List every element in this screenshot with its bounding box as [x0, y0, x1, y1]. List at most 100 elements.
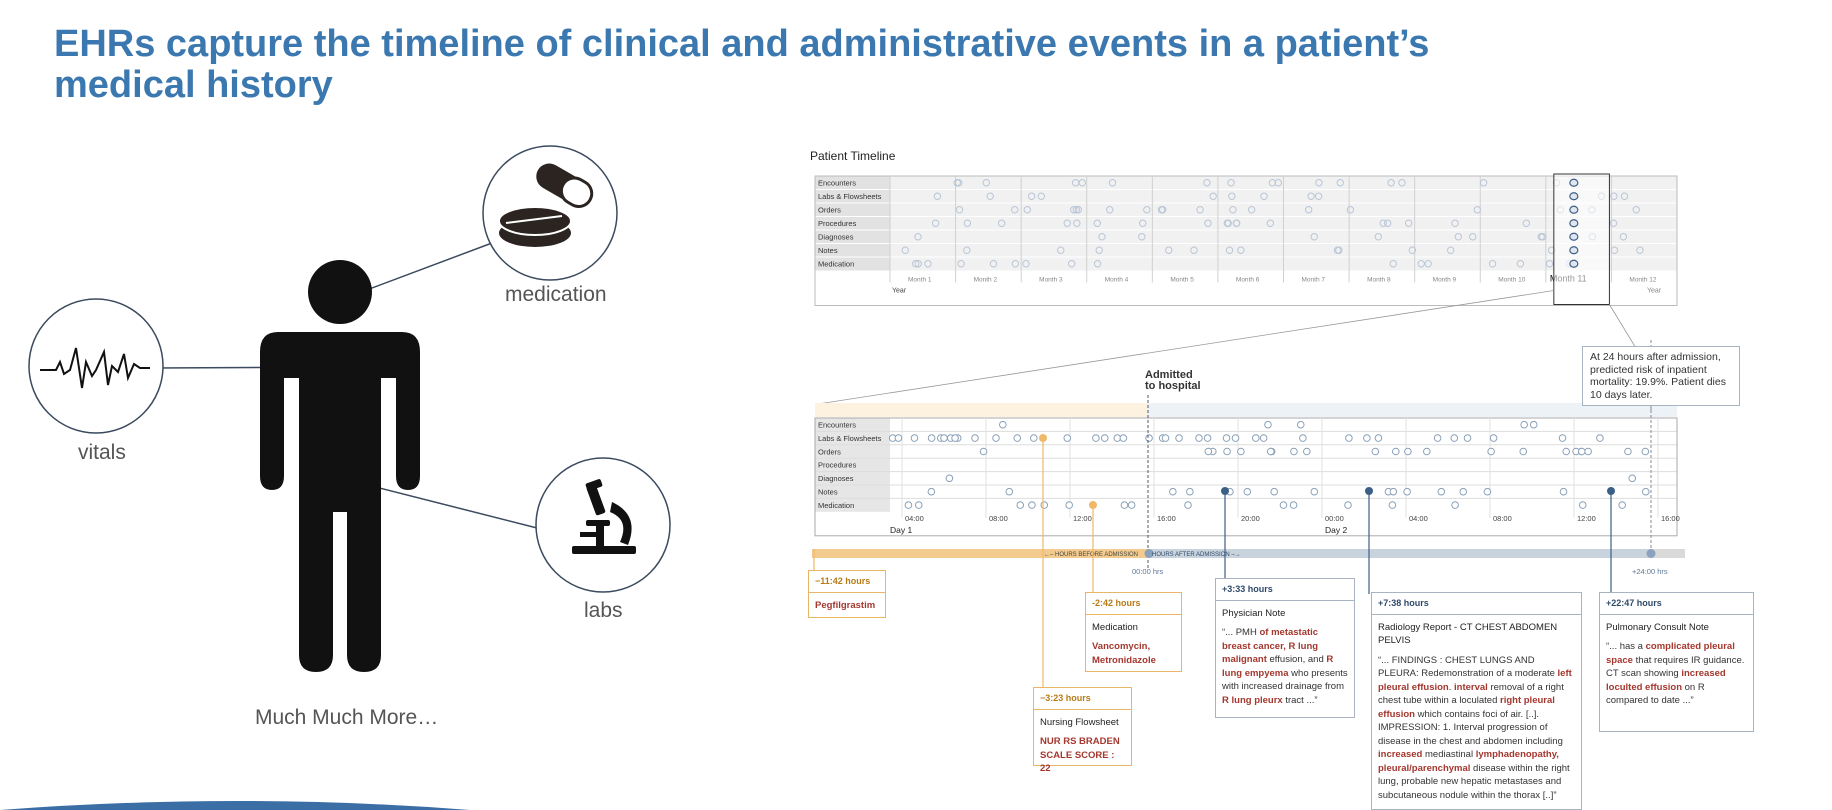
- overview-month-label: Month 1: [908, 277, 932, 284]
- detail-event-marker: [1222, 434, 1231, 442]
- overview-month-label: Month 12: [1629, 277, 1656, 284]
- prediction-callout: At 24 hours after admission, predicted r…: [1582, 346, 1740, 406]
- detail-event-marker: [1559, 487, 1568, 496]
- detail-event-marker: [1237, 447, 1245, 456]
- detail-event-marker: [971, 434, 979, 442]
- callout-head: Physician Note: [1222, 607, 1286, 619]
- detail-event-marker: [1065, 501, 1073, 509]
- highlight-event-marker: [1569, 259, 1579, 268]
- detail-time-label: 04:00: [1409, 514, 1428, 523]
- bottom-wave: [0, 801, 470, 810]
- detail-event-marker: [1345, 434, 1353, 442]
- detail-event-marker: [1030, 434, 1038, 442]
- detail-row-label: Encounters: [818, 421, 856, 430]
- detail-event-marker: [940, 434, 948, 442]
- admitted-label: Admitted to hospital: [1145, 370, 1201, 392]
- detail-event-marker: [1204, 447, 1213, 456]
- detail-event-marker: [1578, 501, 1587, 509]
- detail-event-marker: [1145, 434, 1153, 442]
- detail-event-marker: [1092, 434, 1100, 442]
- overview-year-right: Year: [1647, 288, 1662, 295]
- detail-event-marker: [1290, 447, 1298, 456]
- detail-event-marker: [1120, 501, 1129, 509]
- detail-event-marker: [1175, 434, 1183, 442]
- detail-event-marker: [1388, 501, 1397, 509]
- detail-event-marker: [1303, 447, 1311, 456]
- detail-event-marker: [1270, 487, 1278, 496]
- detail-event-marker: [1403, 487, 1411, 496]
- plus24-label: +24:00 hrs: [1632, 567, 1668, 576]
- callout-pegfilgrastim: −11:42 hours Pegfilgrastim: [808, 570, 886, 618]
- overview-month-label: Month 5: [1170, 277, 1194, 284]
- detail-event-marker: [927, 487, 936, 496]
- detail-event-marker: [945, 474, 954, 483]
- detail-event-marker: [1487, 447, 1495, 456]
- detail-event-marker: [1184, 501, 1192, 509]
- plus24-marker: [1646, 549, 1656, 558]
- detail-time-label: 16:00: [1661, 514, 1680, 523]
- overview-month-label: Month 2: [974, 277, 998, 284]
- detail-time-label: 16:00: [1157, 514, 1176, 523]
- detail-row-label: Labs & Flowsheets: [818, 434, 882, 443]
- detail-event-marker: [1404, 447, 1412, 456]
- highlight-month-box: [1553, 173, 1610, 305]
- detail-event-marker: [1299, 434, 1307, 442]
- medication-dot: [1089, 501, 1097, 509]
- detail-time-label: 08:00: [989, 514, 1008, 523]
- detail-event-marker: [1169, 487, 1177, 496]
- detail-event-marker: [1463, 434, 1472, 442]
- day1-label: Day 1: [890, 525, 912, 535]
- detail-event-marker: [1119, 434, 1128, 442]
- detail-time-label: 04:00: [905, 514, 924, 523]
- detail-event-marker: [1584, 447, 1592, 456]
- nursing-dot: [1039, 434, 1047, 442]
- detail-event-marker: [1641, 487, 1650, 496]
- callout-drugs: Vancomycin, Metronidazole: [1092, 641, 1156, 666]
- detail-event-marker: [1040, 501, 1049, 509]
- overview-month-label: Month 7: [1302, 277, 1326, 284]
- detail-event-marker: [1596, 434, 1604, 442]
- callout-radiology: +7:38 hours Radiology Report - CT CHEST …: [1371, 592, 1582, 810]
- detail-event-marker: [1279, 501, 1288, 509]
- detail-event-marker: [1063, 434, 1072, 442]
- detail-event-marker: [914, 501, 923, 509]
- day2-label: Day 2: [1325, 525, 1347, 535]
- overview-month-label: Month 6: [1236, 277, 1260, 284]
- detail-event-marker: [1389, 487, 1398, 496]
- detail-time-label: 00:00: [1325, 514, 1344, 523]
- callout-medication: -2:42 hours Medication Vancomycin, Metro…: [1085, 592, 1182, 672]
- highlight-event-marker: [1569, 232, 1579, 241]
- detail-event-marker: [1483, 487, 1492, 496]
- detail-event-marker: [1374, 434, 1383, 442]
- overview-row-label: Encounters: [818, 179, 856, 188]
- detail-event-marker: [1005, 487, 1014, 496]
- detail-event-marker: [894, 434, 903, 442]
- admitted-line2: to hospital: [1145, 380, 1201, 392]
- detail-time-label: 20:00: [1241, 514, 1260, 523]
- overview-row-label: Diagnoses: [818, 233, 854, 242]
- callout-value: NUR RS BRADEN SCALE SCORE : 22: [1040, 736, 1120, 774]
- highlight-event-marker: [1569, 246, 1579, 255]
- overview-row-label: Orders: [818, 206, 841, 215]
- detail-event-marker: [1391, 447, 1400, 456]
- detail-event-marker: [1251, 434, 1260, 442]
- detail-event-marker: [1259, 434, 1268, 442]
- detail-event-marker: [1371, 447, 1380, 456]
- detail-event-marker: [1519, 447, 1528, 456]
- detail-event-marker: [1289, 501, 1298, 509]
- overview-row-label: Notes: [818, 246, 838, 255]
- detail-time-label: 08:00: [1493, 514, 1512, 523]
- detail-event-marker: [1450, 434, 1459, 442]
- detail-event-marker: [1310, 487, 1319, 496]
- overview-row-label: Medication: [818, 260, 854, 269]
- detail-event-marker: [1451, 501, 1459, 509]
- detail-event-marker: [927, 434, 936, 442]
- overview-month-label: Month 9: [1433, 277, 1457, 284]
- overview-month-label: Month 3: [1039, 277, 1063, 284]
- callout-drug: Pegfilgrastim: [815, 599, 876, 611]
- detail-event-marker: [1264, 420, 1272, 429]
- detail-event-marker: [1459, 487, 1468, 496]
- callout-text: “... FINDINGS : CHEST LUNGS AND PLEURA: …: [1378, 654, 1572, 801]
- hours-tail-bar: [1651, 549, 1685, 558]
- detail-event-marker: [1577, 447, 1586, 456]
